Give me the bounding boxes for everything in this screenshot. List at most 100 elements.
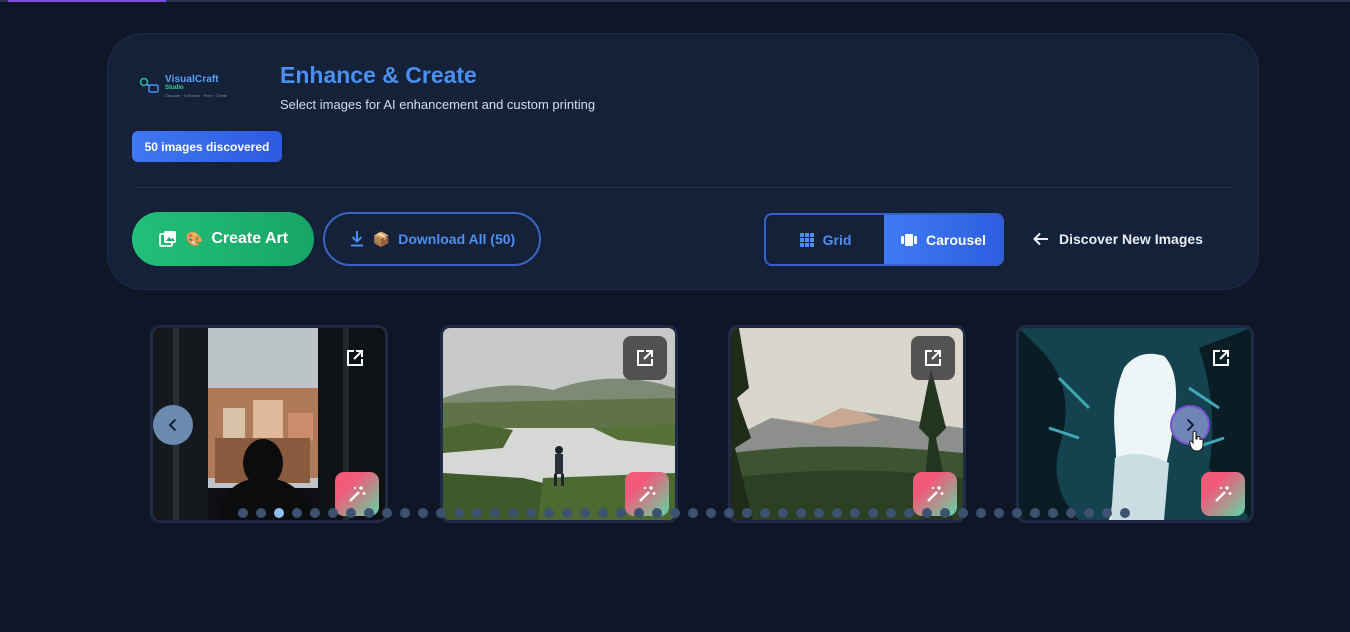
carousel-dot[interactable] [958, 508, 968, 518]
carousel-dot[interactable] [1102, 508, 1112, 518]
discover-new-images-button[interactable]: Discover New Images [1033, 221, 1203, 257]
carousel-dot[interactable] [364, 508, 374, 518]
carousel-dot[interactable] [490, 508, 500, 518]
logo-brand: VisualCraft [165, 74, 219, 85]
magic-wand-icon [639, 486, 656, 502]
image-carousel [150, 325, 1260, 525]
grid-view-button[interactable]: Grid [766, 215, 884, 264]
view-toggle: Grid Carousel [764, 213, 1004, 266]
create-art-button[interactable]: 🎨 Create Art [132, 212, 314, 266]
grid-view-label: Grid [822, 231, 852, 248]
carousel-dot[interactable] [850, 508, 860, 518]
carousel-dot[interactable] [256, 508, 266, 518]
open-image-button[interactable] [333, 336, 377, 380]
external-link-icon [925, 350, 941, 366]
carousel-dot[interactable] [346, 508, 356, 518]
external-link-icon [1213, 350, 1229, 366]
images-count-badge: 50 images discovered [132, 131, 282, 162]
carousel-view-label: Carousel [926, 231, 986, 248]
external-link-icon [347, 350, 363, 366]
carousel-dot[interactable] [238, 508, 248, 518]
header-panel: VisualCraft Studio Discover · Enhance · … [107, 33, 1259, 290]
image-card[interactable] [440, 325, 678, 523]
carousel-dot[interactable] [904, 508, 914, 518]
carousel-dot[interactable] [328, 508, 338, 518]
external-link-icon [637, 350, 653, 366]
carousel-dot[interactable] [688, 508, 698, 518]
carousel-dot[interactable] [796, 508, 806, 518]
carousel-dot[interactable] [400, 508, 410, 518]
open-image-button[interactable] [1199, 336, 1243, 380]
carousel-dot[interactable] [508, 508, 518, 518]
carousel-view-button[interactable]: Carousel [884, 215, 1002, 264]
carousel-dot[interactable] [742, 508, 752, 518]
carousel-dot[interactable] [778, 508, 788, 518]
image-card[interactable] [1016, 325, 1254, 523]
carousel-dot[interactable] [814, 508, 824, 518]
carousel-dot[interactable] [472, 508, 482, 518]
images-icon [158, 231, 176, 247]
carousel-dot[interactable] [724, 508, 734, 518]
page-title: Enhance & Create [280, 62, 477, 88]
carousel-dot[interactable] [670, 508, 680, 518]
page-subtitle: Select images for AI enhancement and cus… [280, 97, 596, 112]
open-image-button[interactable] [911, 336, 955, 380]
logo-mark-icon [139, 77, 159, 93]
carousel-dot[interactable] [598, 508, 608, 518]
carousel-dot[interactable] [652, 508, 662, 518]
carousel-icon [901, 233, 918, 246]
progress-indicator [8, 0, 166, 2]
carousel-dot[interactable] [1084, 508, 1094, 518]
carousel-dot[interactable] [436, 508, 446, 518]
carousel-pagination [238, 508, 1130, 518]
top-progress-line [0, 0, 1350, 2]
carousel-dot[interactable] [580, 508, 590, 518]
carousel-dot[interactable] [310, 508, 320, 518]
carousel-dot[interactable] [1012, 508, 1022, 518]
download-icon [350, 231, 363, 247]
carousel-dot[interactable] [292, 508, 302, 518]
carousel-dot[interactable] [760, 508, 770, 518]
discover-label: Discover New Images [1059, 231, 1203, 247]
carousel-dot[interactable] [274, 508, 284, 518]
logo-brand-sub: Studio [165, 85, 184, 91]
carousel-prev-button[interactable] [153, 405, 193, 445]
carousel-dot[interactable] [382, 508, 392, 518]
chevron-left-icon [168, 418, 177, 432]
carousel-dot[interactable] [454, 508, 464, 518]
carousel-dot[interactable] [832, 508, 842, 518]
carousel-dot[interactable] [922, 508, 932, 518]
carousel-dot[interactable] [1030, 508, 1040, 518]
palette-emoji-icon: 🎨 [185, 230, 204, 247]
package-emoji-icon: 📦 [372, 230, 391, 247]
open-image-button[interactable] [623, 336, 667, 380]
carousel-dot[interactable] [418, 508, 428, 518]
logo: VisualCraft Studio Discover · Enhance · … [138, 72, 256, 102]
carousel-dot[interactable] [976, 508, 986, 518]
image-card[interactable] [728, 325, 966, 523]
carousel-dot[interactable] [526, 508, 536, 518]
carousel-dot[interactable] [706, 508, 716, 518]
magic-wand-icon [1215, 486, 1232, 502]
grid-icon [799, 232, 814, 247]
carousel-dot[interactable] [886, 508, 896, 518]
download-all-button[interactable]: 📦 Download All (50) [323, 212, 541, 266]
carousel-dot[interactable] [868, 508, 878, 518]
arrow-left-icon [1033, 232, 1048, 246]
carousel-dot[interactable] [1066, 508, 1076, 518]
download-all-label: Download All (50) [398, 231, 516, 247]
carousel-dot[interactable] [1048, 508, 1058, 518]
carousel-dot[interactable] [1120, 508, 1130, 518]
divider [135, 187, 1233, 188]
carousel-dot[interactable] [634, 508, 644, 518]
magic-wand-icon [349, 486, 366, 502]
carousel-dot[interactable] [544, 508, 554, 518]
logo-tagline: Discover · Enhance · Print · Create [165, 93, 228, 98]
magic-wand-icon [927, 486, 944, 502]
hand-cursor-icon [1189, 430, 1204, 452]
carousel-dot[interactable] [616, 508, 626, 518]
carousel-dot[interactable] [994, 508, 1004, 518]
carousel-dot[interactable] [562, 508, 572, 518]
carousel-dot[interactable] [940, 508, 950, 518]
enhance-button[interactable] [1201, 472, 1245, 516]
